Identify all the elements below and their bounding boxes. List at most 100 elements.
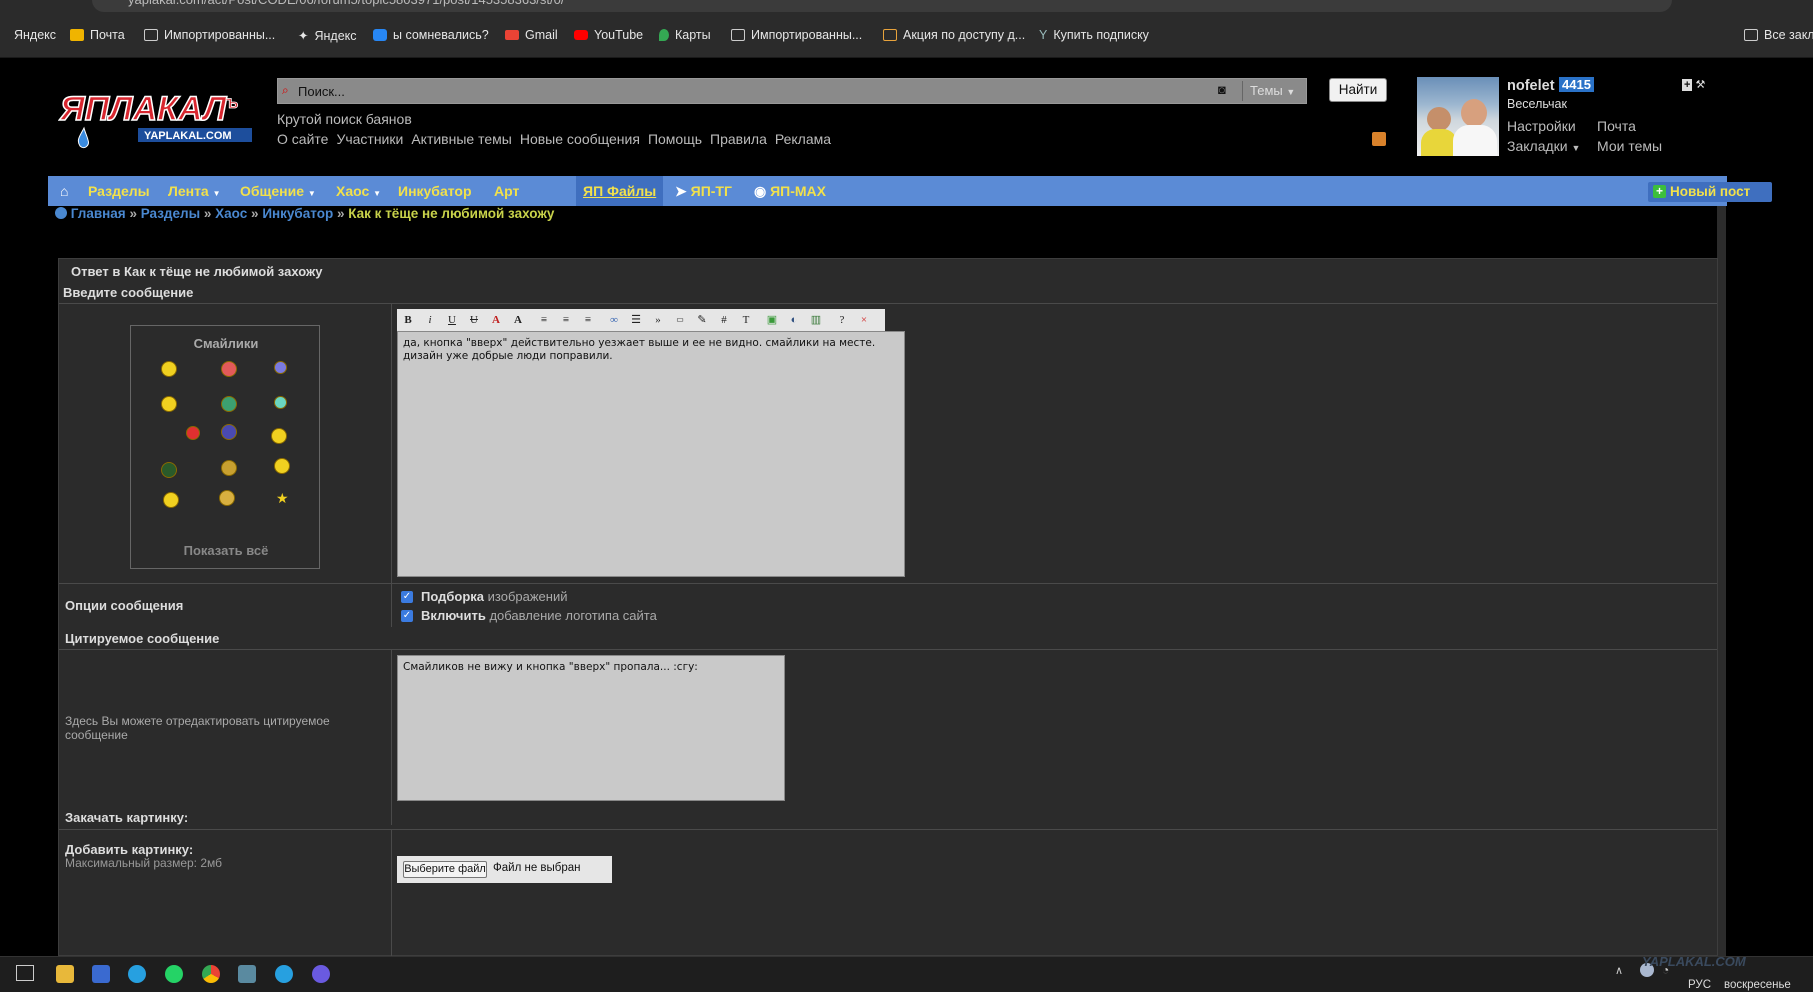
flash-icon[interactable]: ◐ bbox=[783, 310, 805, 330]
settings-link[interactable]: Настройки bbox=[1507, 118, 1576, 134]
choose-file-button[interactable]: Выберите файл bbox=[403, 861, 487, 878]
smiley-icon[interactable] bbox=[274, 361, 287, 374]
smiley-icon[interactable] bbox=[221, 361, 237, 377]
link-icon[interactable]: ∞ bbox=[603, 310, 625, 330]
task-view-icon[interactable] bbox=[16, 965, 34, 981]
quote-icon[interactable]: » bbox=[647, 310, 669, 330]
message-textarea[interactable]: да, кнопка "вверх" действительно уезжает… bbox=[397, 331, 905, 577]
tray-chevron-icon[interactable]: ∧ bbox=[1615, 964, 1623, 977]
nav-files-tab[interactable]: ЯП Файлы bbox=[576, 176, 663, 206]
file-explorer-icon[interactable] bbox=[56, 965, 74, 983]
nav-feed[interactable]: Лента ▼ bbox=[168, 183, 221, 199]
search-scope-select[interactable]: Темы ▼ bbox=[1250, 83, 1295, 98]
italic-button[interactable]: i bbox=[419, 310, 441, 330]
text-format-icon[interactable]: T bbox=[735, 310, 757, 330]
bold-button[interactable]: B bbox=[397, 310, 419, 330]
image-gallery-checkbox[interactable]: ✓ bbox=[401, 591, 413, 603]
font-size-button[interactable]: A bbox=[507, 310, 529, 330]
smiley-icon[interactable] bbox=[161, 361, 177, 377]
nav-chaos[interactable]: Хаос ▼ bbox=[336, 183, 381, 199]
logo-checkbox[interactable]: ✓ bbox=[401, 610, 413, 622]
bookmark-item[interactable]: YouTube bbox=[574, 28, 643, 42]
language-indicator[interactable]: РУС bbox=[1688, 979, 1711, 991]
bookmark-item[interactable]: Импортированны... bbox=[144, 28, 275, 42]
username-link[interactable]: nofelet bbox=[1507, 78, 1555, 94]
smiley-icon[interactable] bbox=[221, 424, 237, 440]
bookmark-item[interactable]: Почта bbox=[70, 28, 125, 42]
nav-yap-max[interactable]: ◉ ЯП-MAX bbox=[754, 183, 826, 200]
breadcrumb-home[interactable]: Главная bbox=[71, 206, 126, 221]
telegram-icon[interactable] bbox=[128, 965, 146, 983]
bookmark-item[interactable]: Все закл bbox=[1744, 28, 1813, 42]
help-icon[interactable]: ? bbox=[831, 310, 853, 330]
app-icon[interactable] bbox=[238, 965, 256, 983]
new-post-button[interactable]: + Новый пост bbox=[1648, 182, 1772, 202]
nav-yap-tg[interactable]: ➤ ЯП-ТГ bbox=[675, 183, 732, 200]
hide-icon[interactable]: ▭ bbox=[669, 310, 691, 330]
bookmark-item[interactable]: Акция по доступу д... bbox=[883, 28, 1025, 42]
nav-link-active-topics[interactable]: Активные темы bbox=[411, 131, 512, 147]
align-left-icon[interactable]: ≡ bbox=[533, 310, 555, 330]
nav-link-help[interactable]: Помощь bbox=[648, 131, 702, 147]
breadcrumb-chaos[interactable]: Хаос bbox=[215, 206, 247, 221]
clock-day[interactable]: воскресенье bbox=[1724, 979, 1791, 991]
search-input[interactable]: ⌕ Поиск... ◙ Темы ▼ bbox=[277, 78, 1307, 104]
whatsapp-icon[interactable] bbox=[165, 965, 183, 983]
quoted-textarea[interactable]: Смайликов не вижу и кнопка "вверх" пропа… bbox=[397, 655, 785, 801]
bookmark-item[interactable]: Импортированны... bbox=[731, 28, 862, 42]
nav-link-rules[interactable]: Правила bbox=[710, 131, 767, 147]
nav-art[interactable]: Арт bbox=[494, 183, 519, 199]
smiley-icon[interactable] bbox=[163, 492, 179, 508]
max-app-icon[interactable] bbox=[312, 965, 330, 983]
bookmark-item[interactable]: Яндекс bbox=[2, 28, 56, 42]
show-all-smilies[interactable]: Показать всё bbox=[131, 543, 321, 558]
hashtag-icon[interactable]: # bbox=[713, 310, 735, 330]
align-right-icon[interactable]: ≡ bbox=[577, 310, 599, 330]
settings-small-icon[interactable]: ⚒ bbox=[1696, 79, 1706, 91]
bookmark-item[interactable]: Gmail bbox=[505, 28, 558, 42]
save-app-icon[interactable] bbox=[92, 965, 110, 983]
image-icon[interactable]: ▣ bbox=[761, 310, 783, 330]
chrome-icon[interactable] bbox=[202, 965, 220, 983]
tagline-link[interactable]: Крутой поиск баянов bbox=[277, 111, 412, 127]
smiley-icon[interactable] bbox=[271, 428, 287, 444]
video-icon[interactable]: ▥ bbox=[805, 310, 827, 330]
site-logo[interactable]: ЯПЛАКАЛ Ъ YAPLAKAL.COM bbox=[58, 89, 258, 154]
smiley-icon[interactable] bbox=[274, 396, 287, 409]
find-button[interactable]: Найти bbox=[1329, 78, 1387, 102]
underline-button[interactable]: U bbox=[441, 310, 463, 330]
breadcrumb-sections[interactable]: Разделы bbox=[141, 206, 200, 221]
bookmark-item[interactable]: Y Купить подписку bbox=[1039, 28, 1149, 42]
breadcrumb-incubator[interactable]: Инкубатор bbox=[262, 206, 333, 221]
smiley-icon[interactable] bbox=[161, 396, 177, 412]
nav-incubator[interactable]: Инкубатор bbox=[398, 183, 472, 199]
text-color-button[interactable]: A bbox=[485, 310, 507, 330]
address-bar[interactable]: yaplakal.com/act/Post/CODE/06/forum5/top… bbox=[92, 0, 1672, 12]
nav-link-new-messages[interactable]: Новые сообщения bbox=[520, 131, 640, 147]
bookmark-item[interactable]: Карты bbox=[659, 28, 711, 42]
nav-files[interactable]: ЯП Файлы bbox=[583, 183, 656, 199]
add-icon[interactable]: + bbox=[1682, 79, 1693, 91]
align-center-icon[interactable]: ≡ bbox=[555, 310, 577, 330]
strike-button[interactable]: U bbox=[463, 310, 485, 330]
smiley-icon[interactable] bbox=[219, 490, 235, 506]
camera-icon[interactable]: ◙ bbox=[1218, 82, 1226, 97]
list-icon[interactable]: ☰ bbox=[625, 310, 647, 330]
bookmark-item[interactable]: ы сомневались? bbox=[373, 28, 489, 42]
home-icon[interactable]: ⌂ bbox=[60, 183, 68, 199]
bookmark-item[interactable]: ✦ Яндекс bbox=[298, 28, 357, 44]
nav-link-ads[interactable]: Реклама bbox=[775, 131, 831, 147]
bookmarks-menu[interactable]: Закладки ▼ bbox=[1507, 138, 1580, 154]
smiley-icon[interactable] bbox=[161, 462, 177, 478]
smiley-icon[interactable] bbox=[274, 458, 290, 474]
star-icon[interactable]: ★ bbox=[276, 490, 289, 507]
telegram-icon[interactable] bbox=[275, 965, 293, 983]
rss-icon[interactable] bbox=[1372, 132, 1386, 146]
mail-link[interactable]: Почта bbox=[1597, 118, 1636, 134]
my-topics-link[interactable]: Мои темы bbox=[1597, 138, 1662, 154]
edit-icon[interactable]: ✎ bbox=[691, 310, 713, 330]
smiley-icon[interactable] bbox=[221, 460, 237, 476]
nav-talk[interactable]: Общение ▼ bbox=[240, 183, 316, 199]
nav-link-members[interactable]: Участники bbox=[336, 131, 403, 147]
avatar[interactable] bbox=[1417, 77, 1499, 156]
